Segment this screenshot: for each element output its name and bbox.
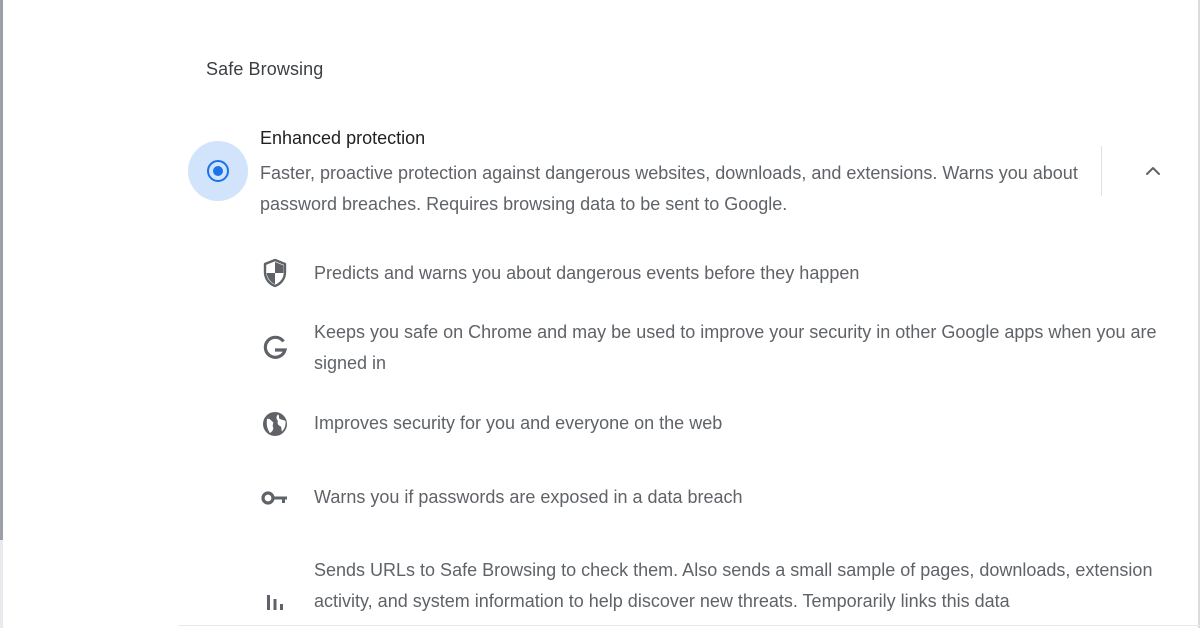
feature-item-password-breach: Warns you if passwords are exposed in a …: [260, 482, 1180, 513]
chevron-up-icon: [1146, 167, 1160, 175]
enhanced-protection-description: Faster, proactive protection against dan…: [260, 163, 1078, 214]
row-divider: [1101, 146, 1102, 196]
feature-text: Improves security for you and everyone o…: [314, 413, 723, 433]
enhanced-protection-radio[interactable]: [188, 141, 248, 201]
feature-item-sends-urls: Sends URLs to Safe Browsing to check the…: [260, 555, 1180, 628]
feature-item-predicts: Predicts and warns you about dangerous e…: [260, 258, 1180, 289]
section-title: Safe Browsing: [206, 59, 324, 79]
feature-item-improves-security: Improves security for you and everyone o…: [260, 408, 1180, 439]
enhanced-protection-label[interactable]: Enhanced protection: [260, 128, 425, 149]
feature-text: Sends URLs to Safe Browsing to check the…: [314, 560, 1153, 611]
google-g-icon: [260, 333, 290, 363]
collapse-button[interactable]: [1133, 151, 1173, 191]
feature-text: Predicts and warns you about dangerous e…: [314, 263, 860, 283]
window-left-border-lower: [0, 540, 3, 628]
feature-item-keeps-safe: Keeps you safe on Chrome and may be used…: [260, 317, 1180, 379]
feature-text: Warns you if passwords are exposed in a …: [314, 487, 743, 507]
bottom-separator: [178, 625, 1200, 626]
shield-icon: [260, 258, 290, 288]
globe-icon: [260, 409, 290, 439]
settings-page: Safe Browsing Enhanced protection Faster…: [0, 0, 1200, 628]
bar-chart-icon: [260, 587, 290, 617]
window-left-border: [0, 0, 3, 540]
feature-text: Keeps you safe on Chrome and may be used…: [314, 322, 1157, 373]
radio-selected-dot: [213, 166, 223, 176]
radio-outer-ring: [207, 160, 229, 182]
key-icon: [260, 483, 290, 513]
